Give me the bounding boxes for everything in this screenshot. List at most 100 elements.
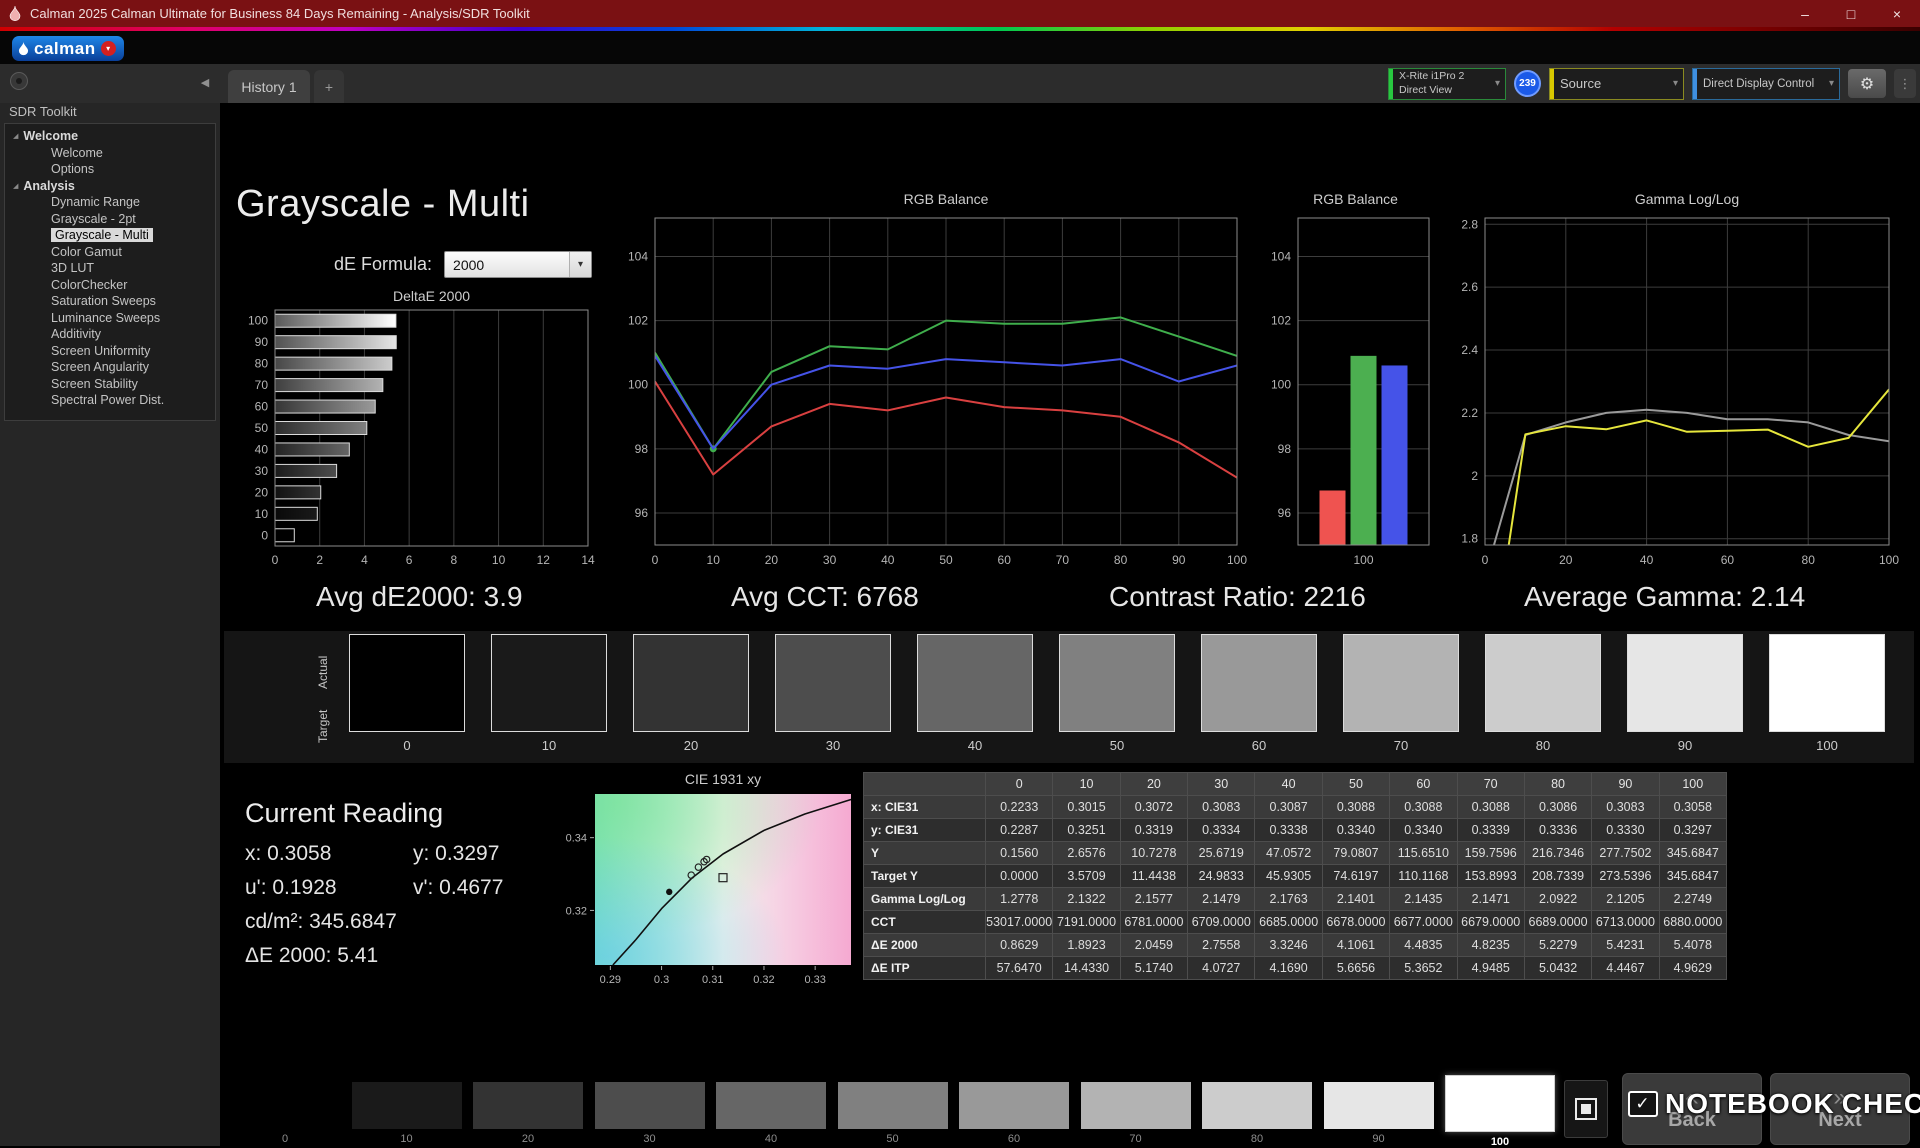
sidebar-item-options[interactable]: Options xyxy=(5,161,215,178)
swatch-label: 50 xyxy=(1059,738,1175,753)
swatch-color xyxy=(1081,1082,1191,1129)
svg-text:20: 20 xyxy=(1559,553,1573,567)
sidebar-item-screen-angularity[interactable]: Screen Angularity xyxy=(5,359,215,376)
svg-text:12: 12 xyxy=(537,553,551,567)
swatch-color xyxy=(633,634,749,732)
swatch-color xyxy=(1324,1082,1434,1129)
sidebar-collapse-button[interactable]: ◀ xyxy=(196,74,214,90)
swatch-color xyxy=(838,1082,948,1129)
tree-section-analysis[interactable]: ◢Analysis xyxy=(5,178,215,195)
next-button[interactable]: » Next xyxy=(1770,1073,1910,1145)
svg-text:102: 102 xyxy=(628,314,648,328)
maximize-button[interactable]: □ xyxy=(1828,0,1874,27)
sidebar-item-color-gamut[interactable]: Color Gamut xyxy=(5,244,215,261)
svg-text:40: 40 xyxy=(255,442,269,456)
source-select[interactable]: Source ▾ xyxy=(1549,68,1684,100)
table-row-target-y: Target Y0.00003.570911.443824.983345.930… xyxy=(864,865,1727,888)
grayscale-swatch-90: 90 xyxy=(1627,634,1743,753)
next-label: Next xyxy=(1818,1109,1861,1132)
swatch-color xyxy=(917,634,1033,732)
session-record-button[interactable] xyxy=(10,72,28,90)
reading-u: u': 0.1928 xyxy=(245,876,413,900)
svg-text:96: 96 xyxy=(635,506,649,520)
swatch-label: 10 xyxy=(491,738,607,753)
pattern-swatch-60[interactable]: 60 xyxy=(959,1082,1069,1148)
pattern-swatch-20[interactable]: 20 xyxy=(473,1082,583,1148)
rgb-balance-bars-title: RGB Balance xyxy=(1271,191,1440,209)
app-window: Calman 2025 Calman Ultimate for Business… xyxy=(0,0,1920,1146)
pattern-swatch-40[interactable]: 40 xyxy=(716,1082,826,1148)
svg-text:0.31: 0.31 xyxy=(702,974,723,986)
pattern-swatch-0[interactable]: 0 xyxy=(230,1082,340,1148)
sidebar-item-label: Dynamic Range xyxy=(51,195,140,209)
sidebar-item-label: Luminance Sweeps xyxy=(51,311,160,325)
sidebar-item-luminance-sweeps[interactable]: Luminance Sweeps xyxy=(5,310,215,327)
tab-history-1[interactable]: History 1 xyxy=(228,70,310,103)
avg-cct: Avg CCT: 6768 xyxy=(731,581,919,613)
gear-icon: ⚙ xyxy=(1860,74,1874,94)
average-gamma: Average Gamma: 2.14 xyxy=(1524,581,1805,613)
grayscale-swatch-70: 70 xyxy=(1343,634,1459,753)
pattern-swatch-80[interactable]: 80 xyxy=(1202,1082,1312,1148)
sidebar-item-3d-lut[interactable]: 3D LUT xyxy=(5,260,215,277)
sidebar-item-screen-uniformity[interactable]: Screen Uniformity xyxy=(5,343,215,360)
pattern-swatch-100[interactable]: 100 xyxy=(1445,1082,1555,1148)
current-reading: Current Reading x: 0.3058 y: 0.3297 u': … xyxy=(245,798,503,973)
tree-expander-icon[interactable]: ◢ xyxy=(13,182,18,190)
logo-menu-button[interactable]: ▾ xyxy=(101,41,116,56)
close-button[interactable]: × xyxy=(1874,0,1920,27)
more-options-button[interactable]: ⋮ xyxy=(1894,69,1916,98)
swatch-color xyxy=(349,634,465,732)
pattern-swatch-70[interactable]: 70 xyxy=(1081,1082,1191,1148)
tree-section-welcome[interactable]: ◢Welcome xyxy=(5,128,215,145)
sidebar-item-grayscale-2pt[interactable]: Grayscale - 2pt xyxy=(5,211,215,228)
page-title: Grayscale - Multi xyxy=(236,183,530,226)
deltae-chart-title: DeltaE 2000 xyxy=(275,288,588,306)
sidebar-item-welcome[interactable]: Welcome xyxy=(5,145,215,162)
svg-text:98: 98 xyxy=(1278,442,1292,456)
sidebar-item-saturation-sweeps[interactable]: Saturation Sweeps xyxy=(5,293,215,310)
grayscale-swatch-30: 30 xyxy=(775,634,891,753)
swatch-color xyxy=(1343,634,1459,732)
pattern-swatch-90[interactable]: 90 xyxy=(1324,1082,1434,1148)
pattern-swatch-10[interactable]: 10 xyxy=(352,1082,462,1148)
tab-add-label: + xyxy=(325,79,333,95)
meter-select[interactable]: X-Rite i1Pro 2 Direct View ▾ xyxy=(1388,68,1506,100)
deltae-bar-chart: 024681012141009080706050403020100 xyxy=(238,306,598,576)
current-reading-title: Current Reading xyxy=(245,798,503,829)
display-control-select[interactable]: Direct Display Control ▾ xyxy=(1692,68,1840,100)
svg-text:100: 100 xyxy=(1879,553,1899,567)
chevron-down-icon: ▾ xyxy=(569,252,591,277)
svg-text:104: 104 xyxy=(628,249,648,263)
grayscale-swatch-0: 0 xyxy=(349,634,465,753)
tab-add-button[interactable]: + xyxy=(314,70,344,103)
pattern-window-button[interactable] xyxy=(1564,1080,1608,1138)
svg-text:102: 102 xyxy=(1271,314,1291,328)
rgb-balance-chart-title: RGB Balance xyxy=(655,191,1237,209)
minimize-button[interactable]: – xyxy=(1782,0,1828,27)
svg-text:90: 90 xyxy=(1172,553,1186,567)
chevron-down-icon: ▾ xyxy=(1495,78,1500,89)
sidebar-item-screen-stability[interactable]: Screen Stability xyxy=(5,376,215,393)
meter-count-badge[interactable]: 239 xyxy=(1514,70,1541,97)
back-button[interactable]: « Back xyxy=(1622,1073,1762,1145)
de-formula-select[interactable]: 2000 ▾ xyxy=(444,251,592,278)
pattern-swatch-50[interactable]: 50 xyxy=(838,1082,948,1148)
sidebar-item-dynamic-range[interactable]: Dynamic Range xyxy=(5,194,215,211)
grayscale-swatch-50: 50 xyxy=(1059,634,1175,753)
sidebar-item-spectral-power-dist[interactable]: Spectral Power Dist. xyxy=(5,392,215,409)
sidebar-item-colorchecker[interactable]: ColorChecker xyxy=(5,277,215,294)
svg-text:104: 104 xyxy=(1271,249,1291,263)
reading-de2000: ΔE 2000: 5.41 xyxy=(245,944,413,968)
titlebar: Calman 2025 Calman Ultimate for Business… xyxy=(0,0,1920,27)
sidebar-item-grayscale-multi[interactable]: Grayscale - Multi xyxy=(5,227,215,244)
calman-logo[interactable]: calman ▾ xyxy=(12,36,124,61)
pattern-swatch-30[interactable]: 30 xyxy=(595,1082,705,1148)
tree-expander-icon[interactable]: ◢ xyxy=(13,132,18,140)
svg-text:10: 10 xyxy=(707,553,721,567)
sidebar-title: SDR Toolkit xyxy=(9,104,77,119)
settings-gear-button[interactable]: ⚙ xyxy=(1848,69,1886,98)
svg-text:0.34: 0.34 xyxy=(566,833,587,845)
sidebar-item-additivity[interactable]: Additivity xyxy=(5,326,215,343)
svg-text:100: 100 xyxy=(1353,553,1373,567)
